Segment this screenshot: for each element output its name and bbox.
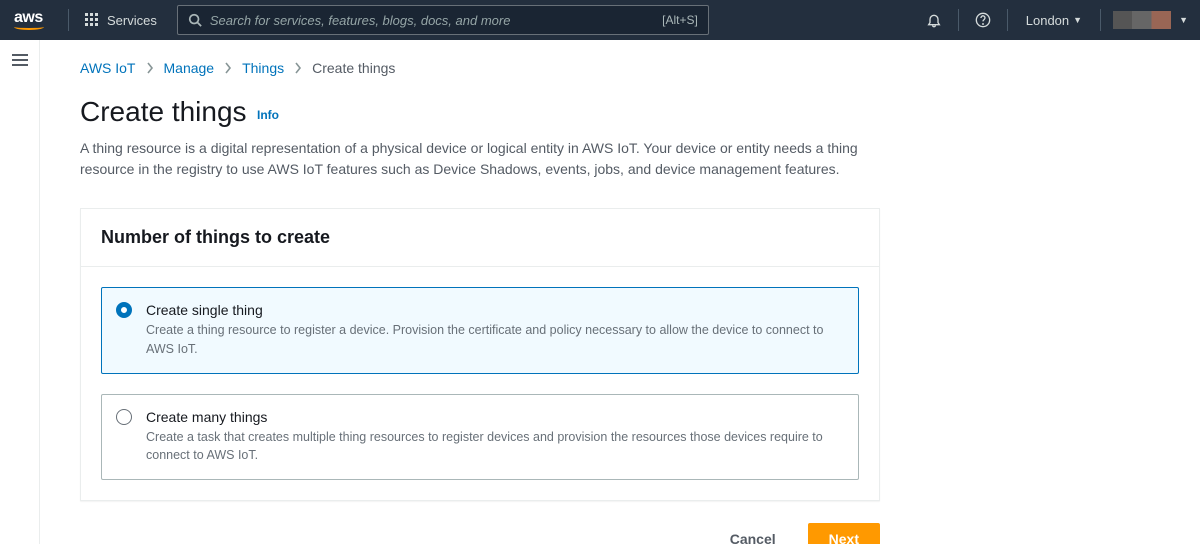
- account-indicator[interactable]: [1113, 11, 1171, 29]
- account-menu[interactable]: ▼: [1177, 15, 1200, 25]
- option-description: Create a thing resource to register a de…: [146, 321, 842, 359]
- radio-icon: [116, 409, 132, 425]
- expand-sidebar-button[interactable]: [12, 54, 28, 66]
- radio-icon: [116, 302, 132, 318]
- services-menu[interactable]: Services: [75, 13, 167, 28]
- options-panel: Number of things to create Create single…: [80, 208, 880, 501]
- divider: [68, 9, 69, 31]
- panel-heading: Number of things to create: [101, 227, 859, 248]
- aws-logo[interactable]: aws: [14, 10, 48, 30]
- help-icon: [975, 12, 991, 28]
- divider: [1100, 9, 1101, 31]
- region-selector[interactable]: London ▼: [1014, 13, 1094, 28]
- top-nav: aws Services [Alt+S] London ▼ ▼: [0, 0, 1200, 40]
- region-label: London: [1026, 13, 1069, 28]
- option-many-things[interactable]: Create many things Create a task that cr…: [101, 394, 859, 481]
- chevron-right-icon: [224, 62, 232, 74]
- divider: [1007, 9, 1008, 31]
- option-title: Create many things: [146, 409, 842, 425]
- services-label: Services: [107, 13, 157, 28]
- action-bar: Cancel Next: [80, 523, 880, 544]
- main-content: AWS IoT Manage Things Create things Crea…: [40, 40, 1200, 544]
- search-shortcut: [Alt+S]: [662, 13, 698, 27]
- chevron-right-icon: [146, 62, 154, 74]
- chevron-right-icon: [294, 62, 302, 74]
- page-title: Create things: [80, 96, 247, 128]
- option-title: Create single thing: [146, 302, 842, 318]
- caret-down-icon: ▼: [1073, 15, 1082, 25]
- info-link[interactable]: Info: [257, 108, 279, 122]
- option-description: Create a task that creates multiple thin…: [146, 428, 842, 466]
- help-button[interactable]: [965, 12, 1001, 28]
- divider: [958, 9, 959, 31]
- page-description: A thing resource is a digital representa…: [80, 138, 900, 180]
- breadcrumb-link[interactable]: Manage: [164, 60, 215, 76]
- search-input[interactable]: [210, 13, 654, 28]
- notifications-button[interactable]: [916, 12, 952, 28]
- cancel-button[interactable]: Cancel: [710, 523, 796, 544]
- breadcrumb-link[interactable]: Things: [242, 60, 284, 76]
- global-search[interactable]: [Alt+S]: [177, 5, 709, 35]
- next-button[interactable]: Next: [808, 523, 880, 544]
- grid-icon: [85, 13, 99, 27]
- breadcrumb: AWS IoT Manage Things Create things: [80, 60, 1160, 76]
- panel-header: Number of things to create: [81, 209, 879, 267]
- bell-icon: [926, 12, 942, 28]
- search-icon: [188, 13, 202, 27]
- breadcrumb-current: Create things: [312, 60, 395, 76]
- breadcrumb-link[interactable]: AWS IoT: [80, 60, 136, 76]
- collapsed-sidebar: [0, 40, 40, 544]
- option-single-thing[interactable]: Create single thing Create a thing resou…: [101, 287, 859, 374]
